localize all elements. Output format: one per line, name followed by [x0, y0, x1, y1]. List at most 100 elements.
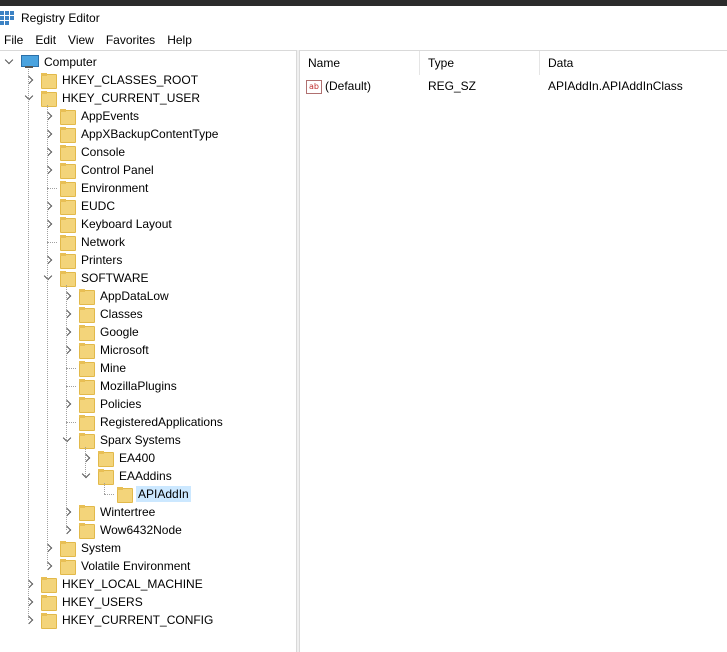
chevron-right-icon[interactable] — [62, 309, 72, 319]
tree-node-network[interactable]: Network — [43, 233, 127, 251]
tree-node-console[interactable]: Console — [43, 143, 127, 161]
tree-guide-line — [66, 285, 67, 530]
tree-node-label: HKEY_CURRENT_CONFIG — [62, 613, 214, 627]
column-header-type[interactable]: Type — [420, 51, 540, 75]
chevron-down-icon[interactable] — [43, 273, 53, 283]
folder-icon — [78, 307, 95, 323]
tree-node-appdatalow[interactable]: AppDataLow — [62, 287, 171, 305]
tree-node-label: Wow6432Node — [100, 523, 182, 537]
tree-node-label: EUDC — [81, 199, 116, 213]
tree-node-policies[interactable]: Policies — [62, 395, 143, 413]
tree-node-eaaddins[interactable]: EAAddins — [81, 467, 174, 485]
tree-node-environment[interactable]: Environment — [43, 179, 150, 197]
tree-node-eudc[interactable]: EUDC — [43, 197, 117, 215]
tree-node-sparx-systems[interactable]: Sparx Systems — [62, 431, 183, 449]
column-header-data[interactable]: Data — [540, 51, 727, 75]
tree-node-volatile-environment[interactable]: Volatile Environment — [43, 557, 192, 575]
tree-node-hkey-users[interactable]: HKEY_USERS — [24, 593, 145, 611]
tree-node-classes[interactable]: Classes — [62, 305, 145, 323]
folder-icon — [78, 325, 95, 341]
chevron-right-icon[interactable] — [43, 165, 53, 175]
chevron-right-icon[interactable] — [43, 543, 53, 553]
tree-node-wow6432node[interactable]: Wow6432Node — [62, 521, 184, 539]
tree-node-appxbackupcontenttype[interactable]: AppXBackupContentType — [43, 125, 220, 143]
tree-node-label: HKEY_CLASSES_ROOT — [62, 73, 199, 87]
tree-node-hkey-current-config[interactable]: HKEY_CURRENT_CONFIG — [24, 611, 215, 629]
tree-node-printers[interactable]: Printers — [43, 251, 124, 269]
tree-node-ea400[interactable]: EA400 — [81, 449, 157, 467]
column-header-name[interactable]: Name — [300, 51, 420, 75]
chevron-down-icon[interactable] — [62, 435, 72, 445]
chevron-right-icon[interactable] — [81, 453, 91, 463]
menu-favorites[interactable]: Favorites — [100, 30, 161, 50]
tree-node-registeredapplications[interactable]: RegisteredApplications — [62, 413, 225, 431]
chevron-right-icon[interactable] — [43, 111, 53, 121]
tree-node-label: Classes — [100, 307, 143, 321]
tree-node-computer[interactable]: Computer — [4, 53, 99, 71]
tree-node-keyboard-layout[interactable]: Keyboard Layout — [43, 215, 174, 233]
chevron-right-icon[interactable] — [43, 201, 53, 211]
tree-node-microsoft[interactable]: Microsoft — [62, 341, 151, 359]
registry-tree[interactable]: Computer HKEY_CLASSES_ROOT HKEY_CURRENT_U… — [0, 50, 296, 652]
tree-node-software[interactable]: SOFTWARE — [43, 269, 151, 287]
folder-icon — [78, 361, 95, 377]
chevron-right-icon[interactable] — [24, 597, 34, 607]
folder-icon — [97, 469, 114, 485]
chevron-right-icon[interactable] — [62, 345, 72, 355]
chevron-right-icon[interactable] — [43, 147, 53, 157]
tree-node-hkey-current-user[interactable]: HKEY_CURRENT_USER — [24, 89, 202, 107]
tree-node-label: EAAddins — [119, 469, 172, 483]
folder-icon — [78, 397, 95, 413]
tree-connector-line — [104, 494, 114, 495]
chevron-right-icon[interactable] — [43, 561, 53, 571]
tree-guide-line — [47, 105, 48, 566]
chevron-down-icon[interactable] — [24, 93, 34, 103]
tree-connector-line — [47, 242, 57, 243]
tree-node-label: Network — [81, 235, 126, 249]
menu-view[interactable]: View — [62, 30, 100, 50]
tree-node-label: Google — [100, 325, 139, 339]
tree-node-hkey-classes-root[interactable]: HKEY_CLASSES_ROOT — [24, 71, 200, 89]
folder-icon — [78, 289, 95, 305]
value-data: APIAddIn.APIAddInClass — [548, 79, 683, 93]
tree-node-control-panel[interactable]: Control Panel — [43, 161, 156, 179]
tree-guide-line — [104, 483, 105, 494]
menu-file[interactable]: File — [0, 30, 29, 50]
chevron-right-icon[interactable] — [43, 219, 53, 229]
tree-connector-line — [66, 386, 76, 387]
list-item[interactable]: ab (Default) REG_SZ APIAddIn.APIAddInClas… — [300, 77, 727, 95]
values-list[interactable]: Name Type Data ab (Default) REG_SZ APIAdd… — [300, 50, 727, 652]
chevron-right-icon[interactable] — [24, 615, 34, 625]
tree-guide-line — [85, 447, 86, 476]
tree-node-label: APIAddIn — [136, 486, 191, 502]
chevron-right-icon[interactable] — [43, 129, 53, 139]
menu-help[interactable]: Help — [161, 30, 198, 50]
tree-node-apiaddin[interactable]: APIAddIn — [100, 485, 191, 503]
chevron-right-icon[interactable] — [62, 327, 72, 337]
tree-node-wintertree[interactable]: Wintertree — [62, 503, 157, 521]
chevron-down-icon[interactable] — [81, 471, 91, 481]
tree-node-google[interactable]: Google — [62, 323, 141, 341]
tree-node-system[interactable]: System — [43, 539, 123, 557]
chevron-right-icon[interactable] — [62, 291, 72, 301]
tree-node-mine[interactable]: Mine — [62, 359, 128, 377]
chevron-down-icon[interactable] — [4, 57, 14, 67]
tree-guide-line — [28, 69, 29, 620]
folder-icon — [78, 523, 95, 539]
chevron-right-icon[interactable] — [24, 579, 34, 589]
folder-icon — [59, 199, 76, 215]
tree-node-hkey-local-machine[interactable]: HKEY_LOCAL_MACHINE — [24, 575, 205, 593]
tree-node-label: Keyboard Layout — [81, 217, 172, 231]
value-name: (Default) — [325, 79, 372, 93]
tree-node-mozillaplugins[interactable]: MozillaPlugins — [62, 377, 179, 395]
tree-node-appevents[interactable]: AppEvents — [43, 107, 141, 125]
menu-bar: File Edit View Favorites Help — [0, 30, 727, 50]
chevron-right-icon[interactable] — [62, 399, 72, 409]
chevron-right-icon[interactable] — [43, 255, 53, 265]
folder-icon — [116, 487, 133, 503]
menu-edit[interactable]: Edit — [29, 30, 62, 50]
chevron-right-icon[interactable] — [62, 525, 72, 535]
tree-node-label: MozillaPlugins — [100, 379, 177, 393]
chevron-right-icon[interactable] — [62, 507, 72, 517]
chevron-right-icon[interactable] — [24, 75, 34, 85]
